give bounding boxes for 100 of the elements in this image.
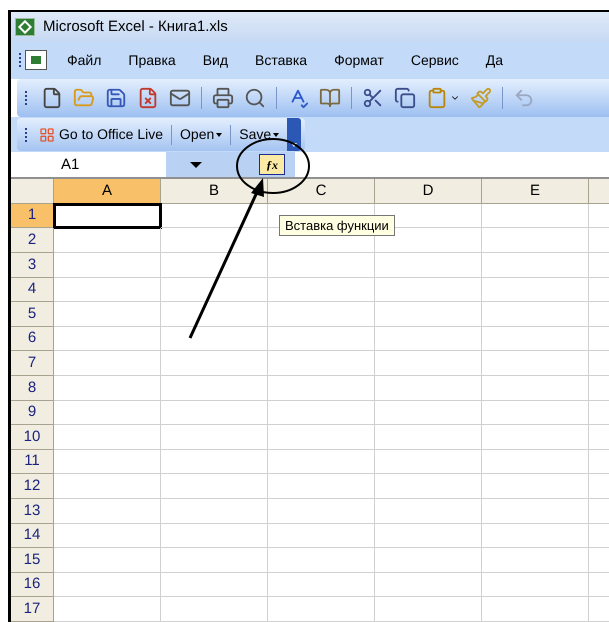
print-preview-icon[interactable]	[244, 87, 266, 110]
table-cell[interactable]	[482, 597, 589, 622]
table-cell[interactable]	[482, 572, 589, 598]
table-cell[interactable]	[375, 499, 482, 524]
table-cell[interactable]	[482, 204, 589, 228]
table-cell[interactable]	[161, 278, 268, 302]
column-header[interactable]: E	[482, 179, 589, 203]
table-cell[interactable]	[482, 425, 589, 450]
insert-function-button[interactable]: ƒx	[259, 154, 285, 176]
table-cell[interactable]	[161, 499, 268, 524]
row-header[interactable]: 4	[11, 278, 54, 302]
table-cell[interactable]	[161, 204, 268, 228]
table-cell[interactable]	[268, 499, 375, 524]
formula-field[interactable]	[295, 152, 609, 178]
table-cell[interactable]	[54, 326, 161, 352]
office-live-button[interactable]: Go to Office Live	[39, 124, 164, 146]
table-cell[interactable]	[268, 425, 375, 450]
table-cell[interactable]	[375, 302, 482, 327]
row-header[interactable]: 17	[11, 597, 54, 622]
format-painter-icon[interactable]	[470, 87, 492, 110]
row-header[interactable]: 15	[11, 548, 54, 573]
table-cell[interactable]	[54, 474, 161, 500]
table-cell[interactable]	[54, 499, 161, 524]
row-header[interactable]: 1	[11, 204, 54, 228]
table-cell[interactable]	[161, 302, 268, 327]
table-cell[interactable]	[268, 278, 375, 302]
table-cell[interactable]	[54, 204, 161, 228]
table-cell[interactable]	[54, 572, 161, 598]
menu-item[interactable]: Вставка	[255, 50, 308, 71]
table-cell[interactable]	[54, 376, 161, 401]
table-cell[interactable]	[54, 228, 161, 254]
table-cell[interactable]	[375, 425, 482, 450]
table-cell[interactable]	[54, 302, 161, 327]
row-header[interactable]: 3	[11, 253, 54, 278]
table-cell[interactable]	[482, 376, 589, 401]
table-cell[interactable]	[375, 548, 482, 573]
copy-icon[interactable]	[394, 87, 416, 110]
column-header[interactable]: A	[54, 179, 161, 203]
table-cell[interactable]	[375, 572, 482, 598]
row-header[interactable]: 2	[11, 228, 54, 254]
table-cell[interactable]	[375, 597, 482, 622]
row-header[interactable]: 12	[11, 474, 54, 500]
table-cell[interactable]	[375, 351, 482, 376]
menu-item[interactable]: Да	[486, 50, 504, 71]
table-cell[interactable]	[482, 351, 589, 376]
table-cell[interactable]	[161, 474, 268, 500]
name-box[interactable]: A1	[11, 152, 166, 178]
undo-icon[interactable]	[513, 87, 535, 110]
table-cell[interactable]	[375, 474, 482, 500]
menu-item[interactable]: Формат	[334, 50, 384, 71]
table-cell[interactable]	[482, 326, 589, 352]
table-cell[interactable]	[268, 302, 375, 327]
table-cell[interactable]	[268, 450, 375, 474]
table-cell[interactable]	[482, 400, 589, 426]
table-cell[interactable]	[268, 376, 375, 401]
row-header[interactable]: 10	[11, 425, 54, 450]
table-cell[interactable]	[54, 400, 161, 426]
column-header[interactable]: C	[268, 179, 375, 203]
row-header[interactable]: 8	[11, 376, 54, 401]
table-cell[interactable]	[482, 228, 589, 254]
save-icon[interactable]	[105, 87, 127, 110]
table-cell[interactable]	[161, 400, 268, 426]
row-header[interactable]: 5	[11, 302, 54, 327]
dropdown-button[interactable]: Save	[239, 124, 280, 146]
table-cell[interactable]	[482, 499, 589, 524]
printer-icon[interactable]	[212, 87, 234, 110]
table-cell[interactable]	[54, 425, 161, 450]
table-cell[interactable]	[375, 450, 482, 474]
table-cell[interactable]	[375, 524, 482, 548]
table-cell[interactable]	[54, 253, 161, 278]
table-cell[interactable]	[161, 425, 268, 450]
row-header[interactable]: 7	[11, 351, 54, 376]
table-cell[interactable]	[161, 376, 268, 401]
table-cell[interactable]	[161, 572, 268, 598]
table-cell[interactable]	[268, 572, 375, 598]
menu-item[interactable]: Вид	[202, 50, 228, 71]
table-cell[interactable]	[482, 548, 589, 573]
table-cell[interactable]	[375, 400, 482, 426]
table-cell[interactable]	[54, 450, 161, 474]
table-cell[interactable]	[54, 597, 161, 622]
table-cell[interactable]	[161, 548, 268, 573]
table-cell[interactable]	[482, 253, 589, 278]
table-cell[interactable]	[482, 524, 589, 548]
dropdown-button[interactable]: Open	[180, 124, 222, 146]
row-header[interactable]: 14	[11, 524, 54, 548]
table-cell[interactable]	[482, 302, 589, 327]
menu-item[interactable]: Правка	[128, 50, 176, 71]
table-cell[interactable]	[268, 524, 375, 548]
new-file-icon[interactable]	[41, 87, 63, 110]
table-cell[interactable]	[375, 253, 482, 278]
table-cell[interactable]	[268, 326, 375, 352]
table-cell[interactable]	[268, 474, 375, 500]
row-header[interactable]: 13	[11, 499, 54, 524]
table-cell[interactable]	[54, 351, 161, 376]
table-cell[interactable]	[482, 474, 589, 500]
menu-item[interactable]: Сервис	[410, 50, 459, 71]
table-cell[interactable]	[482, 450, 589, 474]
table-cell[interactable]	[54, 278, 161, 302]
table-cell[interactable]	[375, 376, 482, 401]
row-header[interactable]: 9	[11, 400, 54, 426]
